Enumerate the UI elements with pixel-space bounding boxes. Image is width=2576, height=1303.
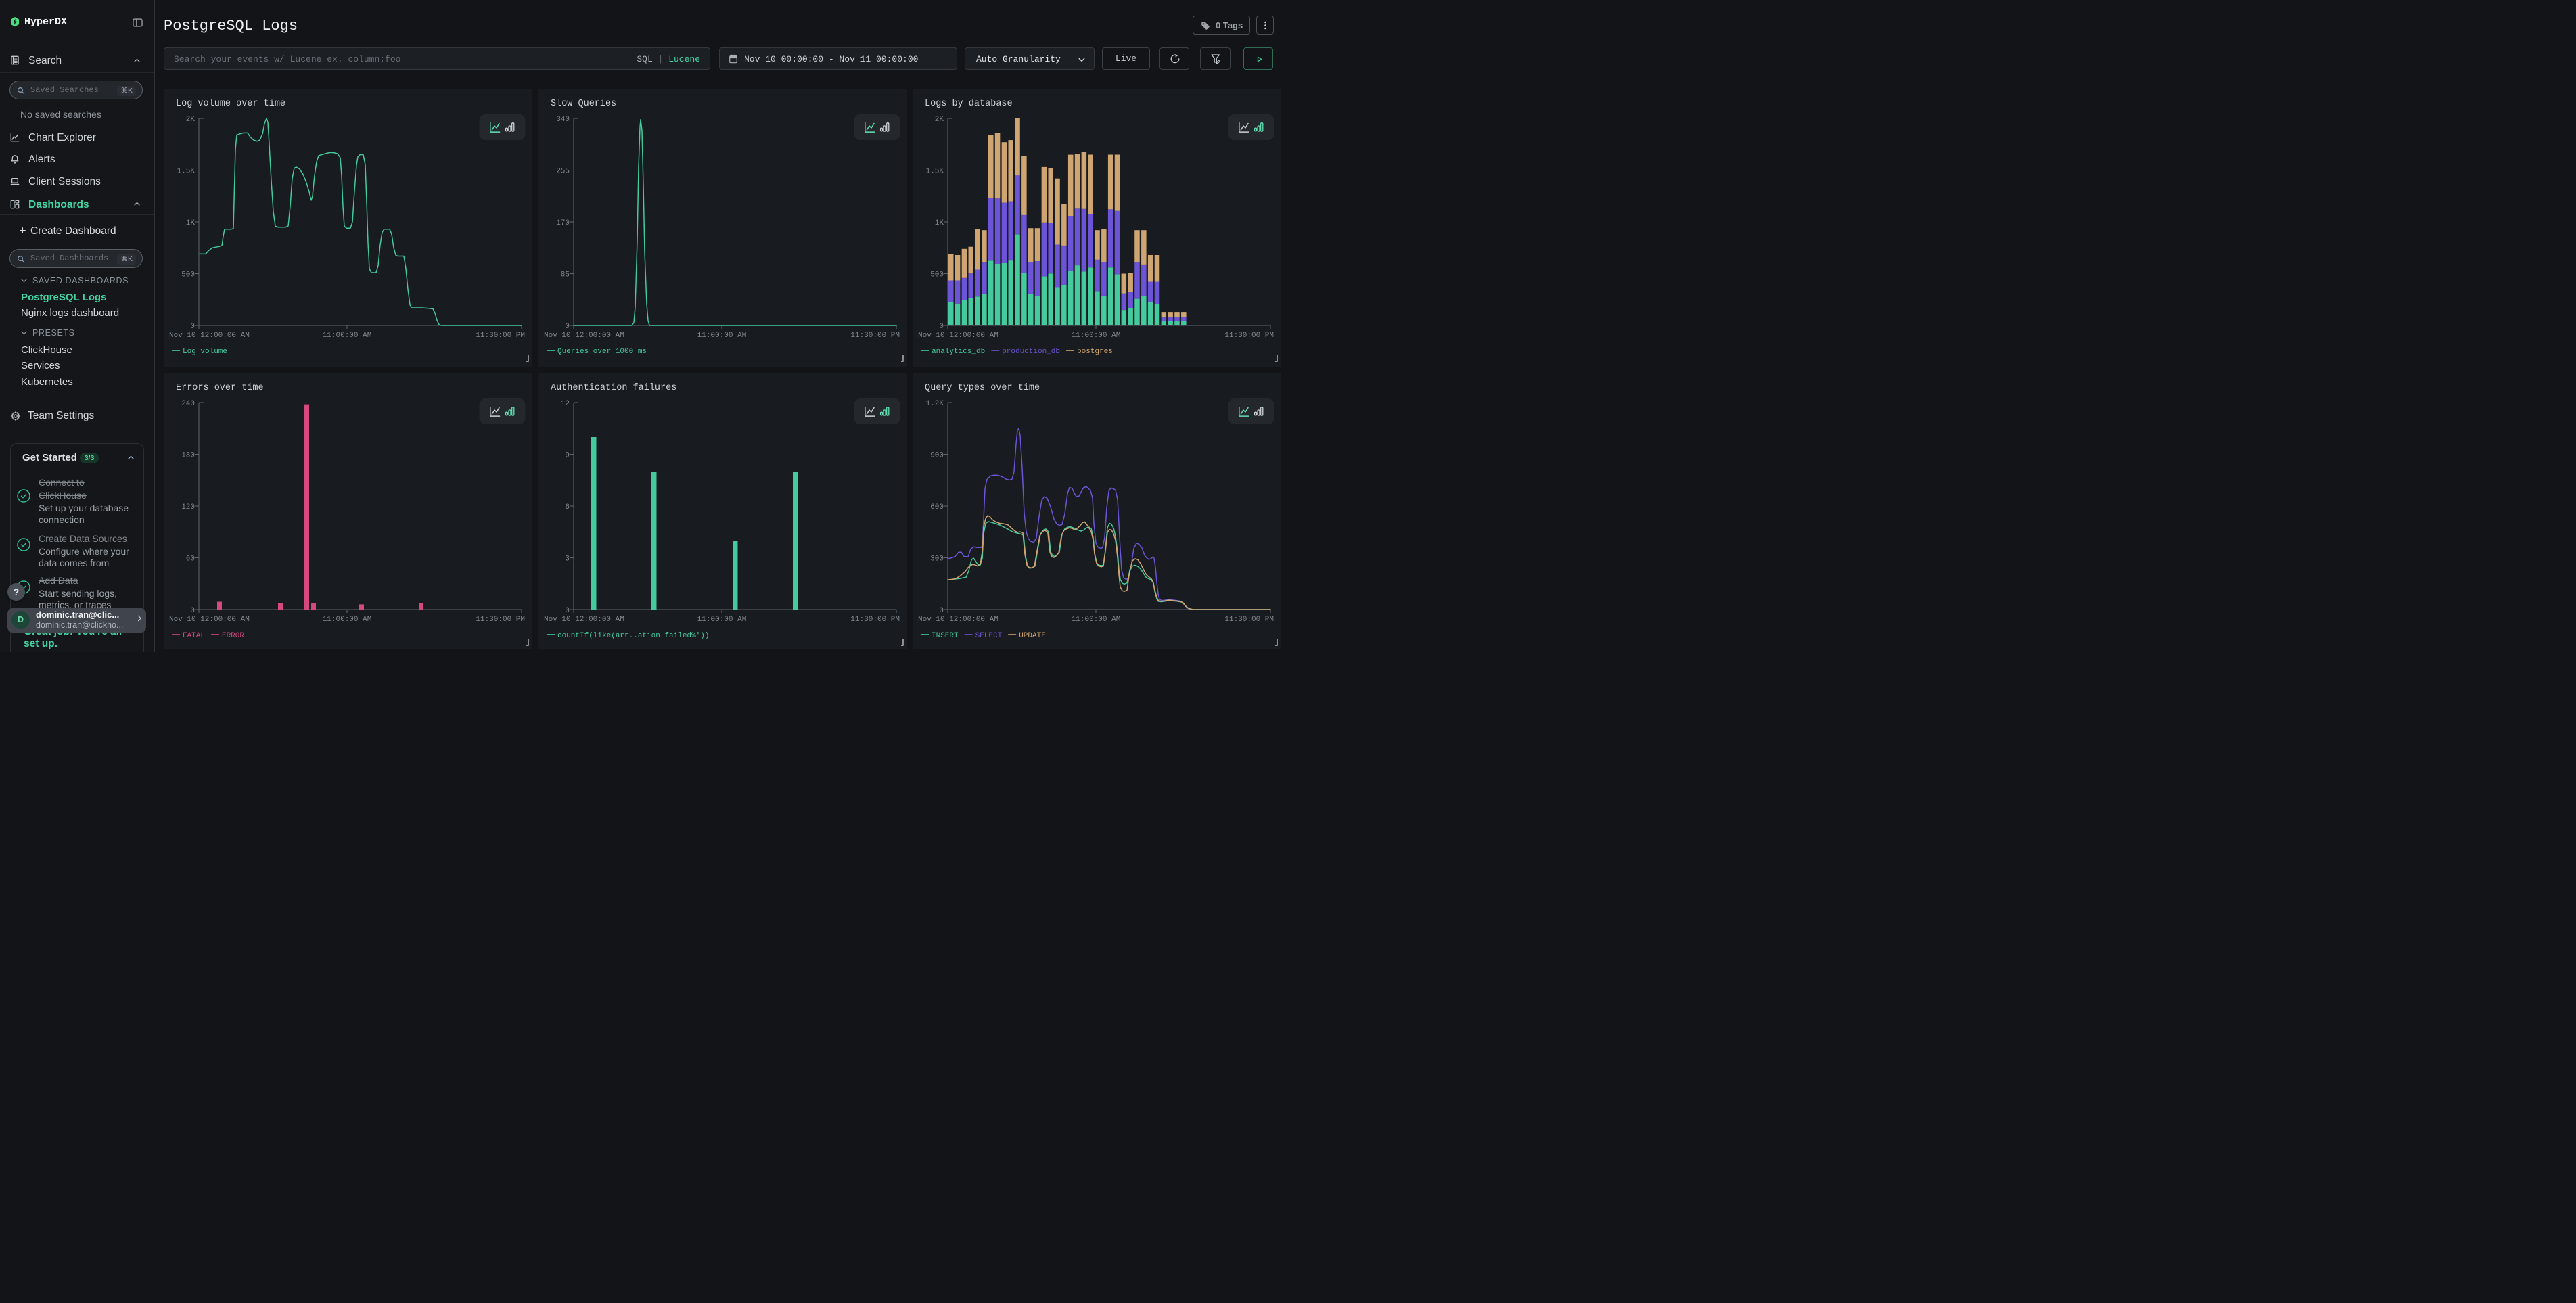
svg-text:11:00:00 AM: 11:00:00 AM [1072,332,1121,340]
svg-text:0: 0 [565,607,570,615]
svg-text:11:30:00 PM: 11:30:00 PM [1224,616,1274,624]
svg-text:INSERT: INSERT [932,632,959,640]
svg-text:12: 12 [560,400,569,408]
svg-text:Query types over time: Query types over time [925,383,1040,393]
svg-text:300: 300 [930,555,944,564]
svg-text:UPDATE: UPDATE [1019,632,1046,640]
svg-text:180: 180 [181,452,195,460]
svg-text:11:00:00 AM: 11:00:00 AM [1072,616,1121,624]
svg-text:0: 0 [190,607,195,615]
svg-text:Nov 10 12:00:00 AM: Nov 10 12:00:00 AM [918,332,998,340]
svg-text:postgres: postgres [1077,348,1113,356]
svg-text:900: 900 [930,452,944,460]
svg-text:170: 170 [556,219,570,227]
svg-text:Logs by database: Logs by database [925,99,1013,109]
svg-text:ERROR: ERROR [222,632,244,640]
svg-text:0: 0 [565,323,570,331]
svg-text:11:00:00 AM: 11:00:00 AM [323,332,372,340]
svg-text:6: 6 [565,503,570,511]
svg-text:2K: 2K [186,116,196,124]
svg-text:2K: 2K [935,116,944,124]
svg-text:120: 120 [181,503,195,511]
svg-text:11:30:00 PM: 11:30:00 PM [850,616,900,624]
svg-text:500: 500 [181,271,195,279]
svg-text:11:30:00 PM: 11:30:00 PM [476,616,525,624]
svg-text:Nov 10 12:00:00 AM: Nov 10 12:00:00 AM [544,332,624,340]
svg-text:11:30:00 PM: 11:30:00 PM [850,332,900,340]
svg-text:1.5K: 1.5K [926,168,944,176]
svg-text:11:00:00 AM: 11:00:00 AM [697,332,746,340]
svg-text:1K: 1K [186,219,196,227]
svg-text:Errors over time: Errors over time [176,383,264,393]
svg-text:240: 240 [181,400,195,408]
svg-text:1K: 1K [935,219,944,227]
svg-text:analytics_db: analytics_db [932,348,985,356]
svg-text:85: 85 [560,271,569,279]
svg-text:0: 0 [190,323,195,331]
svg-text:FATAL: FATAL [183,632,205,640]
svg-text:Authentication failures: Authentication failures [551,383,676,393]
svg-text:countIf(like(arr..ation failed: countIf(like(arr..ation failed%')) [557,632,709,640]
svg-text:1.2K: 1.2K [926,400,944,408]
svg-text:Nov 10 12:00:00 AM: Nov 10 12:00:00 AM [169,332,250,340]
svg-text:Log volume over time: Log volume over time [176,99,285,109]
svg-text:Slow Queries: Slow Queries [551,99,616,109]
svg-text:SELECT: SELECT [975,632,1003,640]
svg-text:Queries over 1000 ms: Queries over 1000 ms [557,348,647,356]
svg-text:Nov 10 12:00:00 AM: Nov 10 12:00:00 AM [918,616,998,624]
svg-text:340: 340 [556,116,570,124]
svg-text:11:00:00 AM: 11:00:00 AM [323,616,372,624]
svg-text:11:30:00 PM: 11:30:00 PM [476,332,525,340]
svg-text:60: 60 [186,555,195,564]
svg-text:1.5K: 1.5K [177,168,196,176]
svg-text:500: 500 [930,271,944,279]
svg-text:255: 255 [556,168,570,176]
svg-text:9: 9 [565,452,570,460]
svg-text:3: 3 [565,555,570,564]
svg-text:11:00:00 AM: 11:00:00 AM [697,616,746,624]
svg-text:0: 0 [939,323,944,331]
svg-text:0: 0 [939,607,944,615]
svg-text:600: 600 [930,503,944,511]
svg-text:Nov 10 12:00:00 AM: Nov 10 12:00:00 AM [169,616,250,624]
svg-text:11:30:00 PM: 11:30:00 PM [1224,332,1274,340]
svg-text:production_db: production_db [1002,348,1060,356]
svg-text:Nov 10 12:00:00 AM: Nov 10 12:00:00 AM [544,616,624,624]
svg-text:Log volume: Log volume [183,348,227,356]
